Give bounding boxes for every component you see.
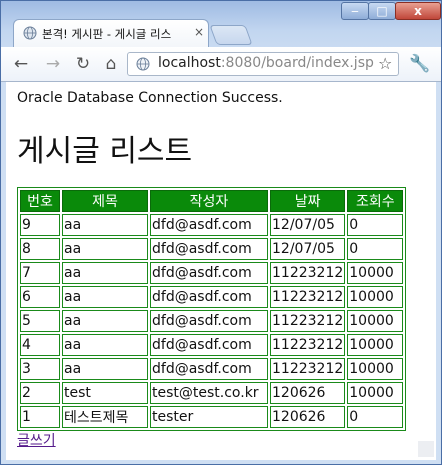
table-cell: 10000 <box>347 358 404 380</box>
table-row[interactable]: 5 aa dfd@asdf.com 11223212 10000 <box>20 310 404 332</box>
tab-strip: 본격! 게시판 - 게시글 리스 × ‒ □ x <box>1 1 441 47</box>
table-cell: 6 <box>20 286 60 308</box>
table-row[interactable]: 4 aa dfd@asdf.com 11223212 10000 <box>20 334 404 356</box>
table-cell: 11223212 <box>270 286 346 308</box>
table-row[interactable]: 3 aa dfd@asdf.com 11223212 10000 <box>20 358 404 380</box>
home-icon[interactable]: ⌂ <box>101 54 121 74</box>
table-header-row: 번호 제목 작성자 날짜 조회수 <box>20 190 404 212</box>
table-cell: dfd@asdf.com <box>150 334 268 356</box>
table-cell: 7 <box>20 262 60 284</box>
url-host: localhost <box>158 55 221 71</box>
table-cell: 11223212 <box>270 334 346 356</box>
url-path: :8080/board/index.jsp <box>220 55 374 71</box>
table-row[interactable]: 8 aa dfd@asdf.com 12/07/05 0 <box>20 238 404 260</box>
table-cell: test <box>62 382 148 404</box>
column-header: 제목 <box>62 190 148 212</box>
column-header: 번호 <box>20 190 60 212</box>
tab-title: 본격! 게시판 - 게시글 리스 <box>42 27 172 41</box>
close-window-button[interactable]: x <box>395 2 441 20</box>
table-cell: aa <box>62 238 148 260</box>
table-cell: 120626 <box>270 406 346 428</box>
page-title: 게시글 리스트 <box>17 134 193 169</box>
tab-close-icon[interactable]: × <box>194 25 204 39</box>
table-row[interactable]: 7 aa dfd@asdf.com 11223212 10000 <box>20 262 404 284</box>
globe-icon <box>23 26 37 40</box>
table-cell: 0 <box>347 406 404 428</box>
reload-icon[interactable]: ↻ <box>73 54 93 74</box>
table-cell: 8 <box>20 238 60 260</box>
table-cell: aa <box>62 214 148 236</box>
column-header: 작성자 <box>150 190 268 212</box>
address-bar[interactable]: localhost:8080/board/index.jsp ☆ <box>127 52 399 76</box>
table-row[interactable]: 6 aa dfd@asdf.com 11223212 10000 <box>20 286 404 308</box>
table-cell: 5 <box>20 310 60 332</box>
table-cell: dfd@asdf.com <box>150 214 268 236</box>
table-row[interactable]: 1 테스트제목 tester 120626 0 <box>20 406 404 428</box>
table-row[interactable]: 2 test test@test.co.kr 120626 10000 <box>20 382 404 404</box>
forward-icon[interactable]: → <box>43 54 63 74</box>
table-cell: 10000 <box>347 286 404 308</box>
table-cell: 11223212 <box>270 262 346 284</box>
table-cell: 9 <box>20 214 60 236</box>
table-cell: tester <box>150 406 268 428</box>
table-cell: 4 <box>20 334 60 356</box>
back-icon[interactable]: ← <box>11 54 31 74</box>
post-table: 번호 제목 작성자 날짜 조회수 9 aa dfd@asdf.com 12/07… <box>17 187 407 431</box>
table-cell: aa <box>62 262 148 284</box>
table-cell: test@test.co.kr <box>150 382 268 404</box>
table-cell: aa <box>62 334 148 356</box>
table-cell: aa <box>62 310 148 332</box>
table-cell: dfd@asdf.com <box>150 358 268 380</box>
table-cell: 0 <box>347 214 404 236</box>
column-header: 날짜 <box>270 190 346 212</box>
browser-window: 본격! 게시판 - 게시글 리스 × ‒ □ x ← → ↻ ⌂ localho… <box>0 0 442 465</box>
table-cell: 12/07/05 <box>270 214 346 236</box>
table-cell: aa <box>62 358 148 380</box>
table-cell: 1 <box>20 406 60 428</box>
table-row[interactable]: 9 aa dfd@asdf.com 12/07/05 0 <box>20 214 404 236</box>
table-cell: dfd@asdf.com <box>150 310 268 332</box>
table-cell: 10000 <box>347 382 404 404</box>
connection-status: Oracle Database Connection Success. <box>17 90 283 106</box>
table-cell: dfd@asdf.com <box>150 286 268 308</box>
table-cell: dfd@asdf.com <box>150 238 268 260</box>
table-cell: 테스트제목 <box>62 406 148 428</box>
table-cell: 10000 <box>347 262 404 284</box>
globe-icon <box>136 57 150 71</box>
table-cell: 120626 <box>270 382 346 404</box>
star-icon[interactable]: ☆ <box>378 54 392 73</box>
table-cell: 10000 <box>347 334 404 356</box>
column-header: 조회수 <box>347 190 404 212</box>
table-cell: 0 <box>347 238 404 260</box>
maximize-button[interactable]: □ <box>368 2 396 20</box>
page-content: Oracle Database Connection Success. 게시글 … <box>6 82 436 460</box>
url-text: localhost:8080/board/index.jsp <box>158 55 374 71</box>
wrench-icon[interactable]: 🔧 <box>409 54 430 74</box>
write-post-link[interactable]: 글쓰기 <box>17 430 56 450</box>
table-cell: 11223212 <box>270 310 346 332</box>
table-cell: 3 <box>20 358 60 380</box>
table-cell: 2 <box>20 382 60 404</box>
table-cell: aa <box>62 286 148 308</box>
table-cell: 12/07/05 <box>270 238 346 260</box>
resize-handle[interactable] <box>418 441 434 457</box>
minimize-button[interactable]: ‒ <box>341 2 369 20</box>
new-tab-button[interactable] <box>209 25 253 45</box>
browser-toolbar: ← → ↻ ⌂ localhost:8080/board/index.jsp ☆… <box>1 47 441 82</box>
table-cell: 11223212 <box>270 358 346 380</box>
table-cell: 10000 <box>347 310 404 332</box>
table-cell: dfd@asdf.com <box>150 262 268 284</box>
browser-tab[interactable]: 본격! 게시판 - 게시글 리스 × <box>13 19 209 47</box>
